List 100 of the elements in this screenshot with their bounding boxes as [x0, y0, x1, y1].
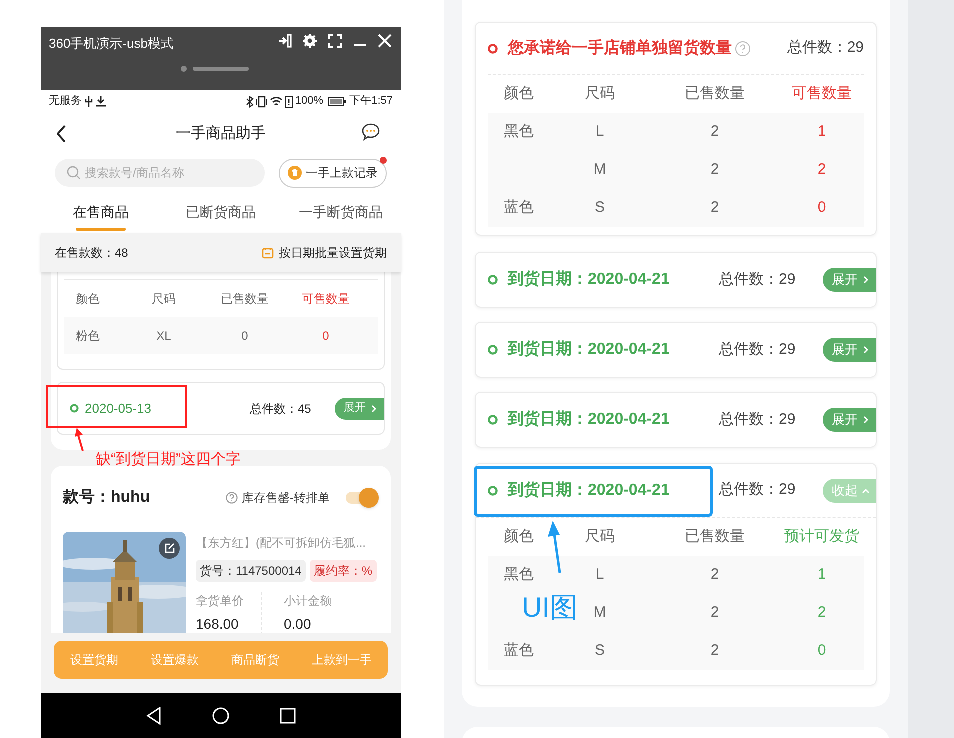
- chevron-right-icon: [862, 276, 870, 284]
- settings-icon[interactable]: [302, 33, 318, 49]
- fullscreen-icon[interactable]: [327, 33, 343, 49]
- table-cell-text: 1: [818, 564, 826, 585]
- window-title: 360手机演示-usb模式: [49, 35, 174, 53]
- page-title: 一手商品助手: [176, 124, 266, 144]
- price-value: 168.00: [196, 615, 240, 633]
- expand-button[interactable]: 展开: [823, 408, 876, 432]
- table-cell-text: M: [594, 602, 606, 623]
- ring-icon: [70, 404, 79, 413]
- collapse-button[interactable]: 收起: [823, 478, 876, 502]
- column-header: 颜色: [76, 290, 100, 308]
- table-cell-text: 2: [710, 122, 720, 142]
- column-header: 颜色: [504, 84, 534, 104]
- tab[interactable]: 一手断货商品: [281, 191, 401, 233]
- table-cell-text: S: [594, 640, 605, 661]
- total-count: 总件数：45: [250, 400, 312, 418]
- home-circle-icon[interactable]: [212, 706, 230, 724]
- toggle-switch[interactable]: [346, 488, 379, 508]
- column-header: 已售数量: [685, 84, 745, 104]
- column-header: 可售数量: [302, 290, 350, 308]
- usb-icon: [85, 96, 93, 107]
- arrival-date: 2020-05-13: [85, 400, 152, 418]
- column-header: 颜色: [504, 526, 534, 547]
- expand-button[interactable]: 展开: [823, 338, 876, 362]
- arrival-date: 到货日期：2020-04-21: [508, 340, 671, 360]
- close-icon[interactable]: [377, 33, 393, 49]
- fulfillment-tag: 履约率：%: [310, 560, 377, 582]
- carrier-text: 无服务: [49, 94, 82, 110]
- ring-icon: [488, 415, 498, 425]
- table-cell-text: 粉色: [76, 328, 100, 344]
- table-cell-text: M: [594, 160, 606, 180]
- tab[interactable]: 在售商品: [41, 191, 161, 233]
- product-name: 【东方红】(配不可拆卸仿毛狐...: [196, 535, 367, 552]
- subtotal-value: 0.00: [284, 615, 312, 633]
- search-field[interactable]: 搜索款号/商品名称: [55, 159, 265, 187]
- table-cell-text: S: [594, 198, 605, 218]
- ring-icon: [488, 44, 498, 54]
- expand-button[interactable]: 展开: [823, 268, 876, 292]
- table-cell-text: L: [596, 122, 604, 142]
- arrival-date: 到货日期：2020-04-21: [508, 480, 671, 500]
- chevron-right-icon: [370, 404, 378, 412]
- column-header: 可售数量: [792, 84, 852, 104]
- table-cell-text: 2: [710, 602, 720, 623]
- back-triangle-icon[interactable]: [146, 706, 162, 724]
- download-icon: [96, 96, 106, 107]
- total-count: 总件数：29: [719, 270, 796, 290]
- batch-date-link[interactable]: 按日期批量设置货期: [262, 244, 387, 262]
- back-icon[interactable]: [57, 125, 67, 143]
- action-button[interactable]: 设置爆款: [150, 651, 199, 669]
- table-cell-text: 2: [710, 160, 720, 180]
- column-header: 已售数量: [685, 526, 745, 547]
- table-cell-text: 2: [710, 198, 720, 218]
- total-count: 总件数：29: [719, 410, 796, 430]
- arrival-date: 到货日期：2020-04-21: [508, 410, 671, 430]
- table-cell-text: 蓝色: [504, 640, 534, 661]
- chevron-right-icon: [862, 416, 870, 424]
- exit-icon[interactable]: [277, 33, 293, 49]
- ring-icon: [488, 486, 498, 496]
- chevron-up-icon: [862, 486, 870, 494]
- table-cell-text: 蓝色: [504, 198, 534, 218]
- alert-icon: [285, 96, 294, 108]
- battery-icon: [328, 97, 346, 106]
- edit-icon[interactable]: [159, 538, 180, 559]
- total-count: 总件数：29: [719, 480, 796, 500]
- tab-indicator: [76, 228, 126, 231]
- pager-indicator-icon: [181, 66, 251, 72]
- action-button[interactable]: 商品断货: [231, 651, 280, 669]
- table-cell-text: 2: [710, 640, 720, 661]
- expand-button[interactable]: 展开: [335, 398, 384, 420]
- column-header: 尺码: [152, 290, 176, 308]
- help-icon: [735, 40, 751, 56]
- clock-text: 下午1:57: [350, 94, 393, 110]
- chevron-right-icon: [862, 346, 870, 354]
- table-cell-text: XL: [156, 328, 172, 344]
- annotation-text: UI图: [522, 592, 578, 624]
- calendar-icon: [262, 246, 274, 258]
- style-number: 款号：huhu: [63, 488, 150, 508]
- table-cell-text: 0: [818, 640, 826, 661]
- table-cell-text: 2: [818, 160, 826, 180]
- table-cell-text: 黑色: [504, 122, 534, 142]
- total-count: 总件数：29: [719, 340, 796, 360]
- table-cell-text: 0: [322, 328, 330, 344]
- table-cell-text: 黑色: [504, 564, 534, 585]
- table-cell-text: 2: [818, 602, 826, 623]
- chat-icon[interactable]: [361, 123, 381, 141]
- wifi-icon: [270, 96, 284, 107]
- action-button[interactable]: 设置货期: [70, 651, 118, 669]
- toggle-label: 库存售罄-转排单: [242, 490, 330, 507]
- tab[interactable]: 已断货商品: [161, 191, 281, 233]
- record-button[interactable]: 一手上款记录: [279, 158, 387, 188]
- vibrate-icon: [256, 96, 268, 108]
- total-count: 总件数：29: [787, 38, 864, 58]
- recents-square-icon[interactable]: [280, 708, 296, 724]
- column-header: 尺码: [585, 526, 615, 547]
- action-button[interactable]: 上款到一手: [312, 651, 372, 669]
- search-icon: [67, 166, 81, 180]
- sku-tag: 货号：1147500014: [196, 560, 306, 582]
- ring-icon: [488, 275, 498, 285]
- bluetooth-icon: [246, 96, 254, 108]
